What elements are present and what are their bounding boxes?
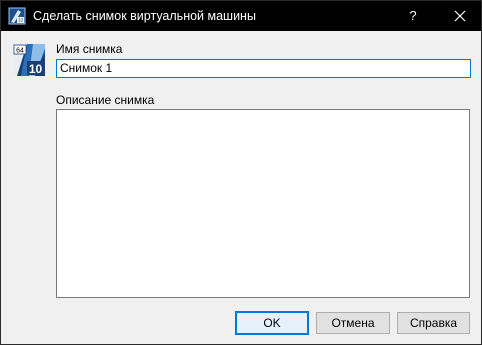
- window-title: Сделать снимок виртуальной машины: [33, 9, 256, 23]
- help-title-button[interactable]: ?: [399, 1, 427, 31]
- virtualbox-icon: 10: [8, 7, 26, 25]
- snapshot-description-textarea[interactable]: [56, 109, 470, 298]
- badge-10: 10: [29, 62, 43, 76]
- snapshot-description-label: Описание снимка: [56, 93, 155, 107]
- windows-10-64-icon: 64 10: [13, 44, 45, 76]
- title-bar[interactable]: 10 Сделать снимок виртуальной машины ?: [1, 1, 481, 31]
- help-button[interactable]: Справка: [397, 312, 470, 334]
- badge-64: 64: [16, 48, 24, 55]
- svg-text:10: 10: [18, 18, 24, 24]
- cancel-button[interactable]: Отмена: [316, 312, 390, 334]
- close-button[interactable]: [439, 1, 481, 31]
- snapshot-name-label: Имя снимка: [56, 42, 123, 56]
- snapshot-name-input[interactable]: [56, 59, 471, 78]
- ok-button[interactable]: OK: [235, 311, 309, 335]
- close-icon: [454, 10, 466, 22]
- snapshot-dialog: 10 Сделать снимок виртуальной машины ? 6…: [0, 0, 482, 345]
